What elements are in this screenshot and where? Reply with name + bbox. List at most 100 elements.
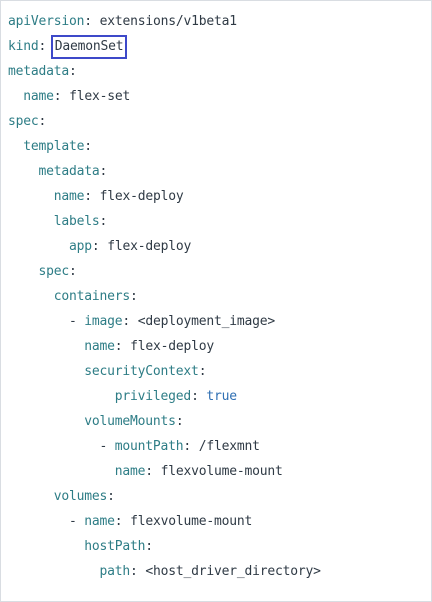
yaml-colon: : [84,139,92,154]
yaml-key: path [99,564,131,579]
yaml-line: privileged: true [8,384,321,409]
yaml-line: - image: <deployment_image> [8,309,321,334]
yaml-indent: - [8,439,115,454]
yaml-key: hostPath [84,539,146,554]
yaml-line: labels: [8,209,321,234]
yaml-indent [8,289,54,304]
yaml-colon: : [183,439,192,454]
yaml-key: app [69,239,92,254]
yaml-colon: : [130,564,138,579]
yaml-value: /flexmnt [198,439,260,454]
yaml-colon: : [69,64,77,79]
yaml-line: app: flex-deploy [8,234,321,259]
yaml-key: privileged [114,389,192,404]
yaml-key: spec [38,264,70,279]
yaml-colon: : [84,14,92,29]
yaml-key: name [53,189,85,204]
yaml-colon: : [175,414,184,429]
yaml-key: name [84,339,115,354]
yaml-colon: : [114,339,123,354]
yaml-key: securityContext [84,364,199,379]
highlighted-kind-value: DaemonSet [50,35,128,59]
yaml-line: template: [8,134,321,159]
yaml-indent [8,564,100,579]
yaml-line: name: flexvolume-mount [8,459,321,484]
yaml-indent [8,489,54,504]
yaml-line: kind: DaemonSet [8,34,321,59]
yaml-line: path: <host_driver_directory> [8,559,321,584]
yaml-colon: : [198,364,207,379]
yaml-key: metadata [38,164,100,179]
yaml-value: flex-deploy [99,189,184,204]
yaml-indent: - [8,314,85,329]
yaml-indent [8,539,84,554]
yaml-line: containers: [8,284,321,309]
yaml-key: name [114,464,146,479]
yaml-value: flex-deploy [107,239,192,254]
yaml-indent [8,239,69,254]
yaml-line: name: flex-deploy [8,334,321,359]
yaml-colon: : [38,39,47,54]
yaml-colon: : [114,514,123,529]
yaml-value: flexvolume-mount [160,464,283,479]
yaml-indent [8,414,84,429]
yaml-line: - name: flexvolume-mount [8,509,321,534]
yaml-line: - mountPath: /flexmnt [8,434,321,459]
yaml-line: name: flex-deploy [8,184,321,209]
yaml-key: template [23,139,85,154]
yaml-colon: : [69,264,77,279]
yaml-key: metadata [8,64,70,79]
yaml-key: volumes [53,489,108,504]
yaml-value: flex-deploy [130,339,214,354]
yaml-line: spec: [8,259,321,284]
yaml-colon: : [99,164,108,179]
yaml-key: name [84,514,115,529]
yaml-colon: : [107,489,115,504]
yaml-indent [8,364,84,379]
yaml-indent [8,339,84,354]
yaml-indent [8,264,39,279]
yaml-value: <deployment_image> [137,314,275,329]
yaml-indent [8,89,23,104]
yaml-key: name [23,89,54,104]
yaml-key: image [84,314,123,329]
yaml-line: spec: [8,109,321,134]
yaml-indent [8,164,39,179]
yaml-colon: : [145,539,153,554]
yaml-code-panel: apiVersion: extensions/v1beta1 kind: Daem… [0,0,432,602]
yaml-line: metadata: [8,59,321,84]
yaml-colon: : [84,189,92,204]
yaml-colon: : [191,389,199,404]
yaml-line: metadata: [8,159,321,184]
yaml-indent [8,139,23,154]
yaml-line: apiVersion: extensions/v1beta1 [8,9,321,34]
yaml-indent [8,214,54,229]
yaml-value: flex-set [69,89,131,104]
yaml-value: flexvolume-mount [130,514,253,529]
yaml-key: spec [8,114,39,129]
yaml-colon: : [122,314,131,329]
yaml-colon: : [38,114,47,129]
yaml-colon: : [99,214,108,229]
yaml-boolean-value: true [206,389,237,404]
yaml-colon: : [145,464,153,479]
yaml-key: apiVersion [8,14,85,29]
yaml-value: <host_driver_directory> [145,564,321,579]
yaml-key: mountPath [114,439,184,454]
yaml-colon: : [53,89,62,104]
yaml-key: kind [8,39,39,54]
yaml-indent: - [8,514,85,529]
yaml-line: securityContext: [8,359,321,384]
yaml-line: volumes: [8,484,321,509]
yaml-colon: : [130,289,138,304]
yaml-code-block: apiVersion: extensions/v1beta1 kind: Daem… [8,9,321,584]
yaml-key: containers [53,289,131,304]
yaml-key: labels [53,214,100,229]
yaml-line: name: flex-set [8,84,321,109]
yaml-indent [8,189,54,204]
yaml-colon: : [91,239,100,254]
yaml-key: volumeMounts [84,414,176,429]
yaml-line: volumeMounts: [8,409,321,434]
yaml-line: hostPath: [8,534,321,559]
yaml-value: extensions/v1beta1 [99,14,237,29]
